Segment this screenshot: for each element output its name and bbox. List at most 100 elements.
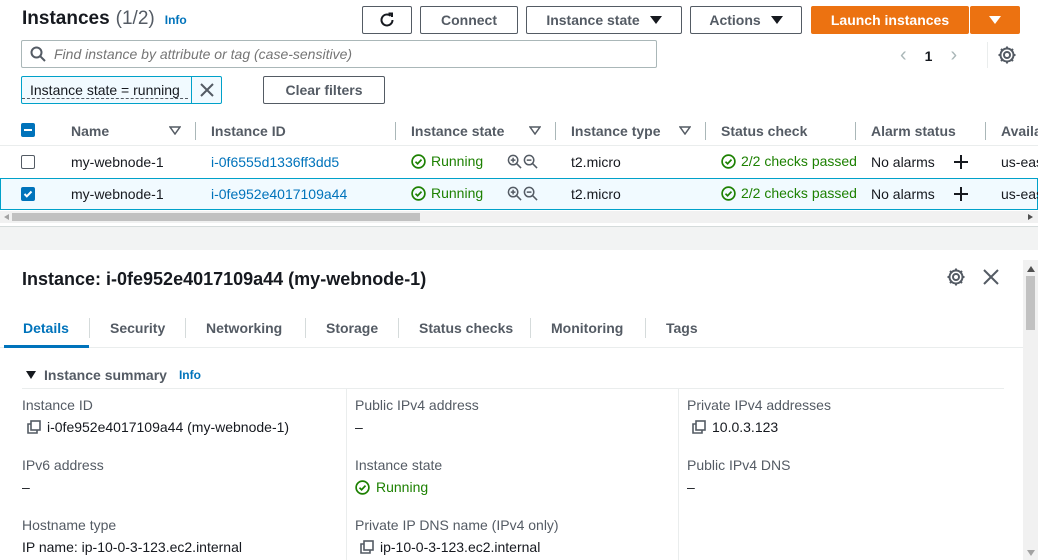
table-row-selected[interactable]: my-webnode-1 i-0fe952e4017109a44 Running… (0, 178, 1038, 210)
cell-instance-type: t2.micro (571, 186, 621, 202)
vertical-scrollbar[interactable] (1023, 260, 1038, 560)
tab-security[interactable]: Security (110, 320, 165, 336)
info-link[interactable]: Info (179, 368, 201, 382)
column-divider[interactable] (855, 122, 856, 140)
column-header-status-check[interactable]: Status check (721, 123, 807, 139)
detail-tabs: Details Security Networking Storage Stat… (0, 308, 1023, 348)
settings-gear-icon[interactable] (997, 45, 1017, 65)
column-header-instance-type[interactable]: Instance type (571, 123, 660, 139)
column-header-availability-zone[interactable]: Availa (1001, 123, 1038, 139)
column-header-instance-state[interactable]: Instance state (411, 123, 504, 139)
field-value-row: 10.0.3.123 (692, 419, 831, 435)
scroll-up-arrow[interactable] (1027, 266, 1035, 272)
table-header: Name Instance ID Instance state Instance… (0, 116, 1038, 146)
launch-instances-button[interactable]: Launch instances (811, 6, 969, 34)
tab-monitoring[interactable]: Monitoring (551, 320, 623, 336)
select-all-checkbox[interactable] (21, 123, 35, 137)
column-header-name[interactable]: Name (71, 123, 109, 139)
scroll-thumb[interactable] (12, 213, 420, 221)
copy-icon[interactable] (692, 420, 706, 434)
field-ipv6-address: IPv6 address – (22, 457, 104, 495)
tab-networking[interactable]: Networking (206, 320, 282, 336)
field-value: 10.0.3.123 (712, 419, 779, 435)
field-public-dns: Public IPv4 DNS – (687, 457, 790, 495)
add-alarm-icon[interactable] (953, 186, 969, 202)
field-instance-id: Instance ID i-0fe952e4017109a44 (my-webn… (22, 397, 289, 435)
filter-token-label[interactable]: Instance state = running (22, 82, 188, 99)
row-checkbox-checked[interactable] (21, 187, 35, 201)
column-divider[interactable] (555, 122, 556, 140)
title-row: Instances (1/2) Info (22, 8, 187, 30)
close-icon[interactable] (981, 267, 1001, 287)
copy-icon[interactable] (27, 420, 41, 434)
actions-button[interactable]: Actions (690, 6, 802, 34)
actions-label: Actions (709, 12, 761, 28)
column-divider[interactable] (985, 122, 986, 140)
divider (987, 42, 988, 68)
cell-alarm-status: No alarms (871, 186, 935, 202)
zoom-out-icon[interactable] (523, 154, 538, 169)
checkmark-icon (23, 190, 33, 198)
connect-button[interactable]: Connect (420, 6, 518, 34)
row-checkbox[interactable] (21, 155, 35, 169)
field-value: IP name: ip-10-0-3-123.ec2.internal (22, 539, 242, 555)
cell-instance-id-link[interactable]: i-0f6555d1336ff3dd5 (211, 154, 339, 170)
panel-splitter[interactable] (0, 226, 1038, 250)
scroll-right-arrow[interactable] (1028, 214, 1033, 220)
column-header-instance-id[interactable]: Instance ID (211, 123, 286, 139)
instance-state-button[interactable]: Instance state (526, 6, 682, 34)
zoom-out-icon[interactable] (523, 186, 538, 201)
zoom-in-icon[interactable] (507, 154, 522, 169)
search-box[interactable] (21, 40, 657, 68)
scroll-thumb[interactable] (1026, 276, 1035, 330)
tab-status-checks[interactable]: Status checks (419, 320, 513, 336)
selection-count: (1/2) (115, 8, 155, 29)
tab-tags[interactable]: Tags (666, 320, 698, 336)
instance-detail-panel: Instance: i-0fe952e4017109a44 (my-webnod… (0, 250, 1038, 560)
section-title: Instance summary (44, 367, 167, 383)
field-value: – (22, 479, 30, 495)
instance-summary-header[interactable]: Instance summary Info (26, 367, 201, 383)
cell-instance-id-link[interactable]: i-0fe952e4017109a44 (211, 186, 347, 202)
field-private-ipv4: Private IPv4 addresses 10.0.3.123 (687, 397, 831, 435)
field-value: – (355, 419, 363, 435)
close-icon (199, 83, 214, 97)
sort-caret-icon[interactable] (529, 126, 541, 135)
column-divider[interactable] (705, 122, 706, 140)
caret-down-icon (770, 16, 783, 24)
tab-details[interactable]: Details (23, 320, 69, 336)
prev-page-icon[interactable]: ‹ (900, 44, 907, 67)
filter-token: Instance state = running (21, 76, 222, 104)
next-page-icon[interactable]: › (950, 44, 957, 67)
remove-filter-button[interactable] (191, 77, 221, 103)
sort-caret-icon[interactable] (679, 126, 691, 135)
field-label: Private IPv4 addresses (687, 397, 831, 413)
active-tab-indicator (4, 345, 89, 348)
refresh-button[interactable] (362, 6, 412, 34)
zoom-in-icon[interactable] (507, 186, 522, 201)
search-input[interactable] (54, 46, 614, 62)
copy-icon[interactable] (360, 540, 374, 554)
horizontal-scrollbar[interactable] (0, 211, 1038, 223)
scroll-left-arrow[interactable] (4, 214, 9, 220)
clear-filters-button[interactable]: Clear filters (263, 76, 385, 104)
field-label: Public IPv4 DNS (687, 457, 791, 473)
cell-status-check: 2/2 checks passed (721, 185, 857, 201)
page-number[interactable]: 1 (925, 48, 933, 64)
settings-gear-icon[interactable] (946, 267, 966, 287)
scroll-down-arrow[interactable] (1027, 550, 1035, 556)
info-link[interactable]: Info (165, 13, 187, 27)
add-alarm-icon[interactable] (953, 154, 969, 170)
cell-alarm-status: No alarms (871, 154, 935, 170)
tab-storage[interactable]: Storage (326, 320, 378, 336)
field-label: Hostname type (22, 517, 117, 533)
launch-dropdown-button[interactable] (970, 6, 1020, 34)
cell-instance-state: Running (411, 185, 483, 201)
table-row[interactable]: my-webnode-1 i-0f6555d1336ff3dd5 Running… (0, 146, 1038, 178)
column-divider[interactable] (395, 122, 396, 140)
state-label: Running (431, 185, 484, 201)
field-public-ipv4: Public IPv4 address – (355, 397, 479, 435)
column-header-alarm-status[interactable]: Alarm status (871, 123, 956, 139)
sort-caret-icon[interactable] (169, 126, 181, 135)
column-divider[interactable] (195, 122, 196, 140)
